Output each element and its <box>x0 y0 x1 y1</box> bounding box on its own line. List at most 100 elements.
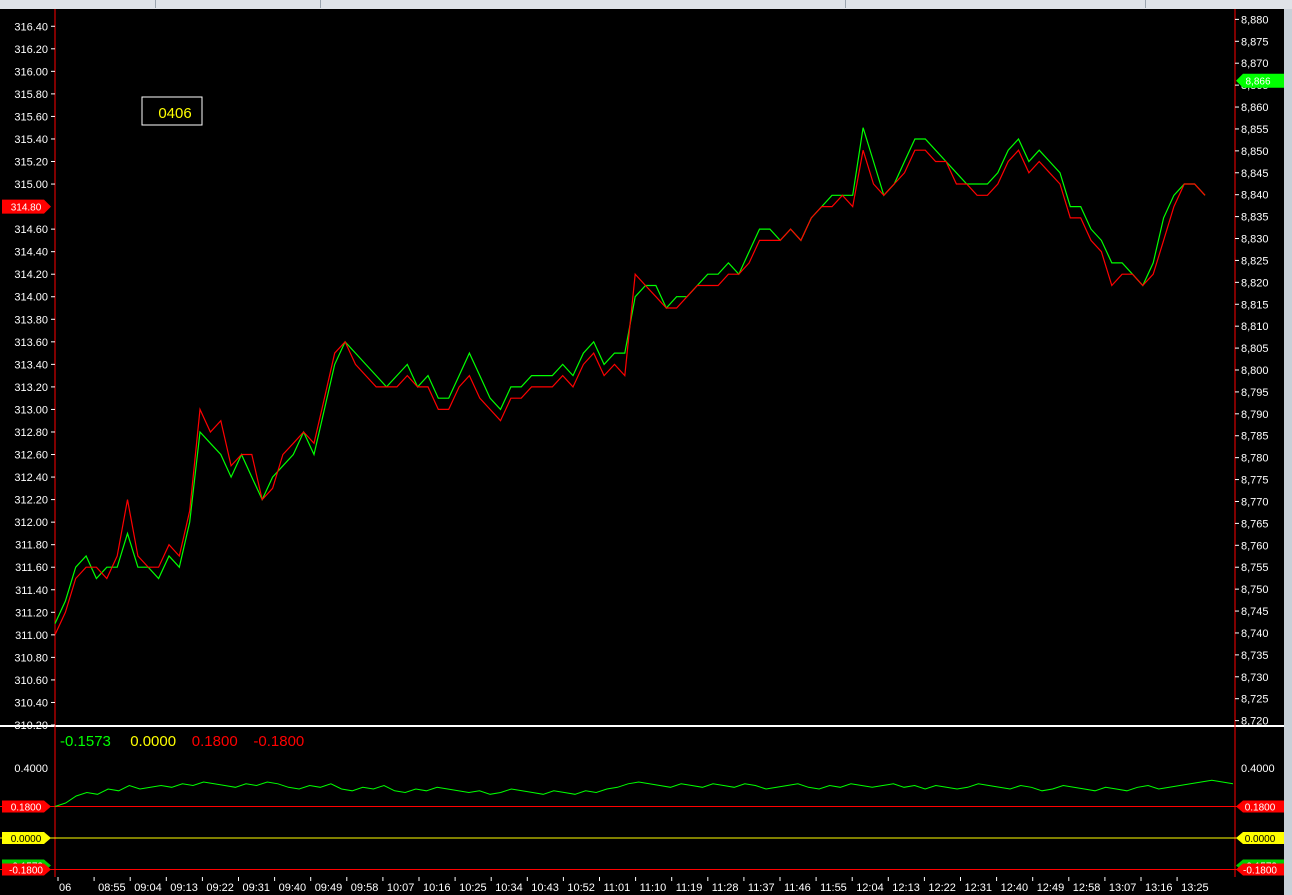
left-axis-tick-label: 311.80 <box>15 540 48 552</box>
left-axis-tick-label: 314.00 <box>14 292 48 304</box>
time-axis-tick-label: 11:01 <box>604 882 631 894</box>
left-axis-tick-label: 316.20 <box>14 44 48 56</box>
left-axis-tick-label: 316.40 <box>14 21 48 33</box>
time-axis-tick-label: 13:25 <box>1181 882 1209 894</box>
right-axis-tick-label: 8,820 <box>1241 277 1269 289</box>
time-axis-tick-label: 10:25 <box>459 882 487 894</box>
right-axis-tick-label: 8,830 <box>1241 234 1269 246</box>
time-axis-tick-label: 10:07 <box>387 882 415 894</box>
time-axis-tick-label: 09:40 <box>279 882 307 894</box>
time-axis-tick-label: 11:19 <box>676 882 703 894</box>
right-axis-tick-label: 8,880 <box>1241 14 1269 26</box>
left-axis-tick-label: 310.40 <box>14 697 48 709</box>
time-axis-tick-label: 10:16 <box>423 882 451 894</box>
left-price-marker-label: 314.80 <box>11 203 42 214</box>
zero-line-left-tag-label: 0.0000 <box>11 834 42 845</box>
left-axis-tick-label: 314.20 <box>14 269 48 281</box>
left-axis-tick-label: 314.40 <box>14 247 48 259</box>
left-axis-tick-label: 312.00 <box>14 517 48 529</box>
left-axis-tick-label: 315.60 <box>14 111 48 123</box>
toolbar-segment[interactable] <box>320 0 846 8</box>
time-axis-tick-label: 12:31 <box>965 882 993 894</box>
left-axis-tick-label: 312.60 <box>14 450 48 462</box>
pane-divider <box>0 725 1284 727</box>
time-axis-tick-label: 10:52 <box>567 882 595 894</box>
left-axis-tick-label: 310.20 <box>14 720 48 732</box>
left-axis-tick-label: 310.80 <box>14 652 48 664</box>
left-axis-tick-label: 315.20 <box>14 157 48 169</box>
toolbar-segment[interactable] <box>845 0 1146 8</box>
right-axis-tick-label: 8,730 <box>1241 672 1269 684</box>
right-price-marker-label: 8,866 <box>1245 77 1270 88</box>
right-axis-tick-label: 8,725 <box>1241 694 1269 706</box>
right-axis-tick-label: 8,810 <box>1241 321 1269 333</box>
right-axis-tick-label: 8,800 <box>1241 365 1269 377</box>
time-axis-tick-label: 12:40 <box>1001 882 1029 894</box>
left-axis-tick-label: 313.40 <box>14 359 48 371</box>
right-axis-tick-label: 8,870 <box>1241 58 1269 70</box>
right-axis-tick-label: 8,785 <box>1241 431 1269 443</box>
time-axis-tick-label: 11:37 <box>748 882 775 894</box>
time-axis-tick-label: 12:58 <box>1073 882 1101 894</box>
right-axis-tick-label: 8,860 <box>1241 102 1269 114</box>
right-axis-tick-label: 8,745 <box>1241 606 1269 618</box>
right-axis-tick-label: 8,840 <box>1241 190 1269 202</box>
toolbar-segment[interactable] <box>0 0 156 8</box>
right-axis-tick-label: 8,815 <box>1241 299 1269 311</box>
indicator-legend-value: 0.1800 <box>192 733 238 750</box>
indicator-legend-value: 0.0000 <box>130 733 176 750</box>
right-axis-tick-label: 8,855 <box>1241 124 1269 136</box>
chart-background <box>0 9 1292 895</box>
chart-window: 316.40 316.20 316.00 315.80 315.60 315.40 315.… <box>0 0 1292 895</box>
left-axis-tick-label: 311.40 <box>15 585 48 597</box>
time-axis-tick-label: 12:49 <box>1037 882 1065 894</box>
time-axis-tick-label: 11:46 <box>784 882 811 894</box>
upper-band-left-tag-label: 0.1800 <box>11 803 42 814</box>
left-axis-tick-label: 310.60 <box>14 675 48 687</box>
right-axis-tick-label: 8,780 <box>1241 453 1269 465</box>
time-axis-tick-label: 08:55 <box>98 882 126 894</box>
lower-band-right-tag-label: -0.1800 <box>1243 866 1277 877</box>
left-axis-tick-label: 315.80 <box>14 89 48 101</box>
indicator-right-tick-label: 0.4000 <box>1241 763 1275 775</box>
time-axis-tick-label: 09:31 <box>243 882 271 894</box>
right-axis-tick-label: 8,750 <box>1241 584 1269 596</box>
time-axis-tick-label: 13:16 <box>1145 882 1173 894</box>
left-axis-tick-label: 312.20 <box>14 495 48 507</box>
time-axis-tick-label: 11:55 <box>820 882 847 894</box>
left-axis-tick-label: 313.60 <box>14 337 48 349</box>
time-axis-tick-label: 06 <box>59 882 71 894</box>
left-axis-tick-label: 313.80 <box>14 314 48 326</box>
indicator-left-tick-label: 0.4000 <box>14 763 48 775</box>
right-axis-tick-label: 8,735 <box>1241 650 1269 662</box>
left-axis-tick-label: 315.40 <box>14 134 48 146</box>
left-axis-tick-label: 313.00 <box>14 404 48 416</box>
left-axis-tick-label: 312.80 <box>14 427 48 439</box>
left-axis-tick-label: 311.20 <box>15 607 48 619</box>
time-axis-tick-label: 09:13 <box>170 882 198 894</box>
time-axis-tick-label: 10:43 <box>531 882 559 894</box>
left-axis-tick-label: 313.20 <box>14 382 48 394</box>
time-axis-tick-label: 09:22 <box>206 882 234 894</box>
left-axis-tick-label: 311.00 <box>15 630 48 642</box>
time-axis-tick-label: 09:49 <box>315 882 343 894</box>
right-axis-tick-label: 8,850 <box>1241 146 1269 158</box>
upper-band-right-tag-label: 0.1800 <box>1245 803 1276 814</box>
right-axis-tick-label: 8,790 <box>1241 409 1269 421</box>
left-axis-tick-label: 312.40 <box>14 472 48 484</box>
time-axis-tick-label: 12:22 <box>928 882 956 894</box>
right-axis-tick-label: 8,875 <box>1241 36 1269 48</box>
toolbar-segment[interactable] <box>155 0 321 8</box>
right-axis-tick-label: 8,825 <box>1241 255 1269 267</box>
left-axis-tick-label: 311.60 <box>15 562 48 574</box>
left-axis-tick-label: 315.00 <box>14 179 48 191</box>
time-axis-tick-label: 10:34 <box>495 882 523 894</box>
window-border-right <box>1284 9 1292 895</box>
time-axis-tick-label: 09:58 <box>351 882 379 894</box>
right-axis-tick-label: 8,775 <box>1241 475 1269 487</box>
left-axis-tick-label: 314.60 <box>14 224 48 236</box>
right-axis-tick-label: 8,765 <box>1241 518 1269 530</box>
right-axis-tick-label: 8,805 <box>1241 343 1269 355</box>
time-axis-tick-label: 09:04 <box>134 882 162 894</box>
time-axis-tick-label: 11:10 <box>640 882 667 894</box>
